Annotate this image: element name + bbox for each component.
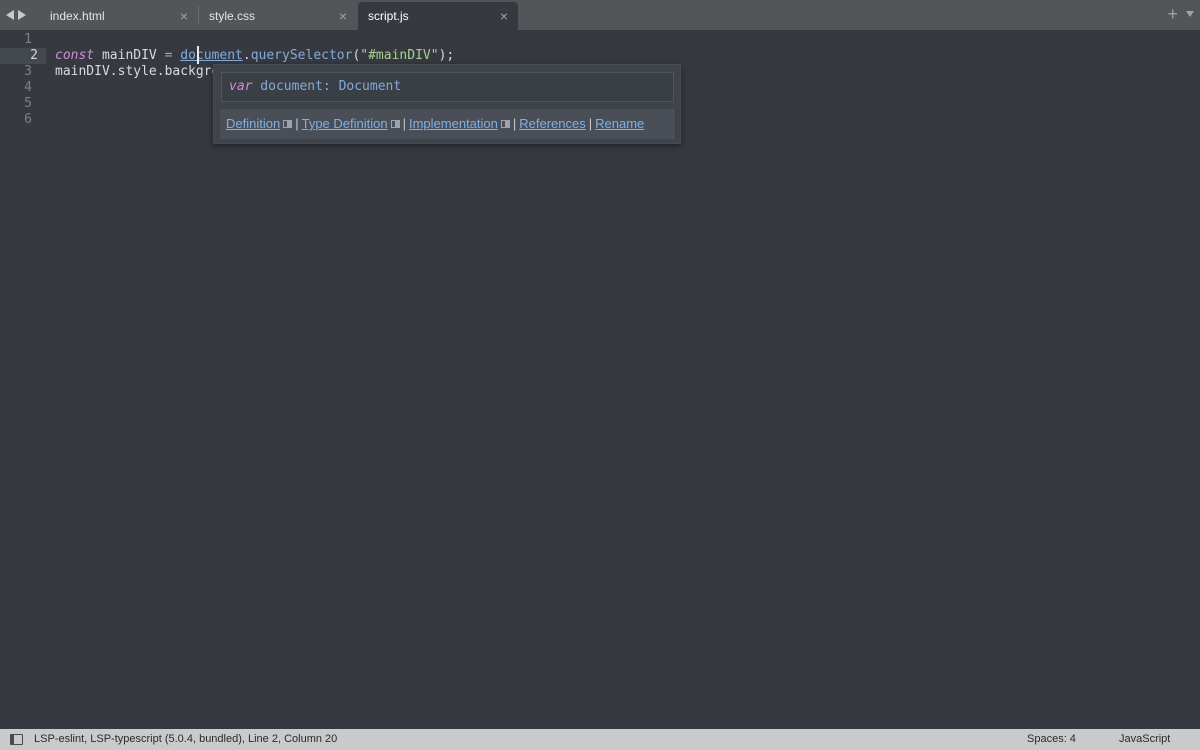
open-side-icon[interactable] [390,120,400,128]
string-literal: "#mainDIV" [360,48,439,63]
type-definition-link[interactable]: Type Definition [302,116,388,131]
close-icon[interactable]: × [500,2,508,30]
rename-link[interactable]: Rename [595,116,644,131]
code-line-2[interactable]: const mainDIV = document.querySelector("… [55,48,454,64]
tab-label: index.html [50,9,105,23]
sidebar-toggle-icon[interactable] [10,734,23,745]
definition-link[interactable]: Definition [226,116,280,131]
status-message: LSP-eslint, LSP-typescript (5.0.4, bundl… [34,733,338,745]
text-cursor [197,46,199,64]
line-number: 4 [24,80,32,95]
identifier-document[interactable]: document [180,48,243,63]
open-side-icon[interactable] [283,120,293,128]
code-line-3[interactable]: mainDIV.style.backgro [55,64,219,80]
indentation-setting[interactable]: Spaces: 4 [1027,729,1076,750]
paren: ); [438,48,455,63]
separator: | [588,116,593,131]
line-number-current: 2 [0,48,46,64]
separator: | [295,116,299,131]
signature-text: document: Document [252,79,402,94]
separator: | [402,116,406,131]
tab-script-js[interactable]: script.js × [358,2,518,30]
references-link[interactable]: References [519,116,585,131]
line-number: 6 [24,112,32,127]
open-side-icon[interactable] [500,120,510,128]
line-number: 3 [24,64,32,79]
tab-style-css[interactable]: style.css × [199,2,357,30]
add-tab-icon[interactable]: + [1167,5,1178,23]
popup-actions: Definition | Type Definition | Implementatio… [220,109,675,139]
tab-index-html[interactable]: index.html × [40,2,198,30]
type-signature: var document: Document [221,72,674,102]
tab-label: style.css [209,9,256,23]
tab-bar: index.html × style.css × script.js × + [0,0,1200,30]
close-icon[interactable]: × [180,2,188,30]
tab-menu-icon[interactable] [1186,11,1194,17]
dot: . [242,48,251,63]
variable-name: mainDIV [94,48,165,63]
tab-label: script.js [368,9,409,23]
tab-nav-arrows [6,7,26,23]
forward-arrow-icon[interactable] [18,10,26,20]
line-number: 5 [24,96,32,111]
syntax-selector[interactable]: JavaScript [1119,729,1170,750]
signature-keyword: var [229,79,253,94]
method-name: querySelector [250,48,353,63]
hover-popup: var document: Document Definition | Type D… [213,64,681,144]
status-bar: LSP-eslint, LSP-typescript (5.0.4, bundl… [0,729,1200,750]
separator: | [512,116,517,131]
back-arrow-icon[interactable] [6,10,14,20]
line-number: 1 [24,32,32,47]
close-icon[interactable]: × [339,2,347,30]
keyword-const: const [55,48,95,63]
implementation-link[interactable]: Implementation [409,116,498,131]
